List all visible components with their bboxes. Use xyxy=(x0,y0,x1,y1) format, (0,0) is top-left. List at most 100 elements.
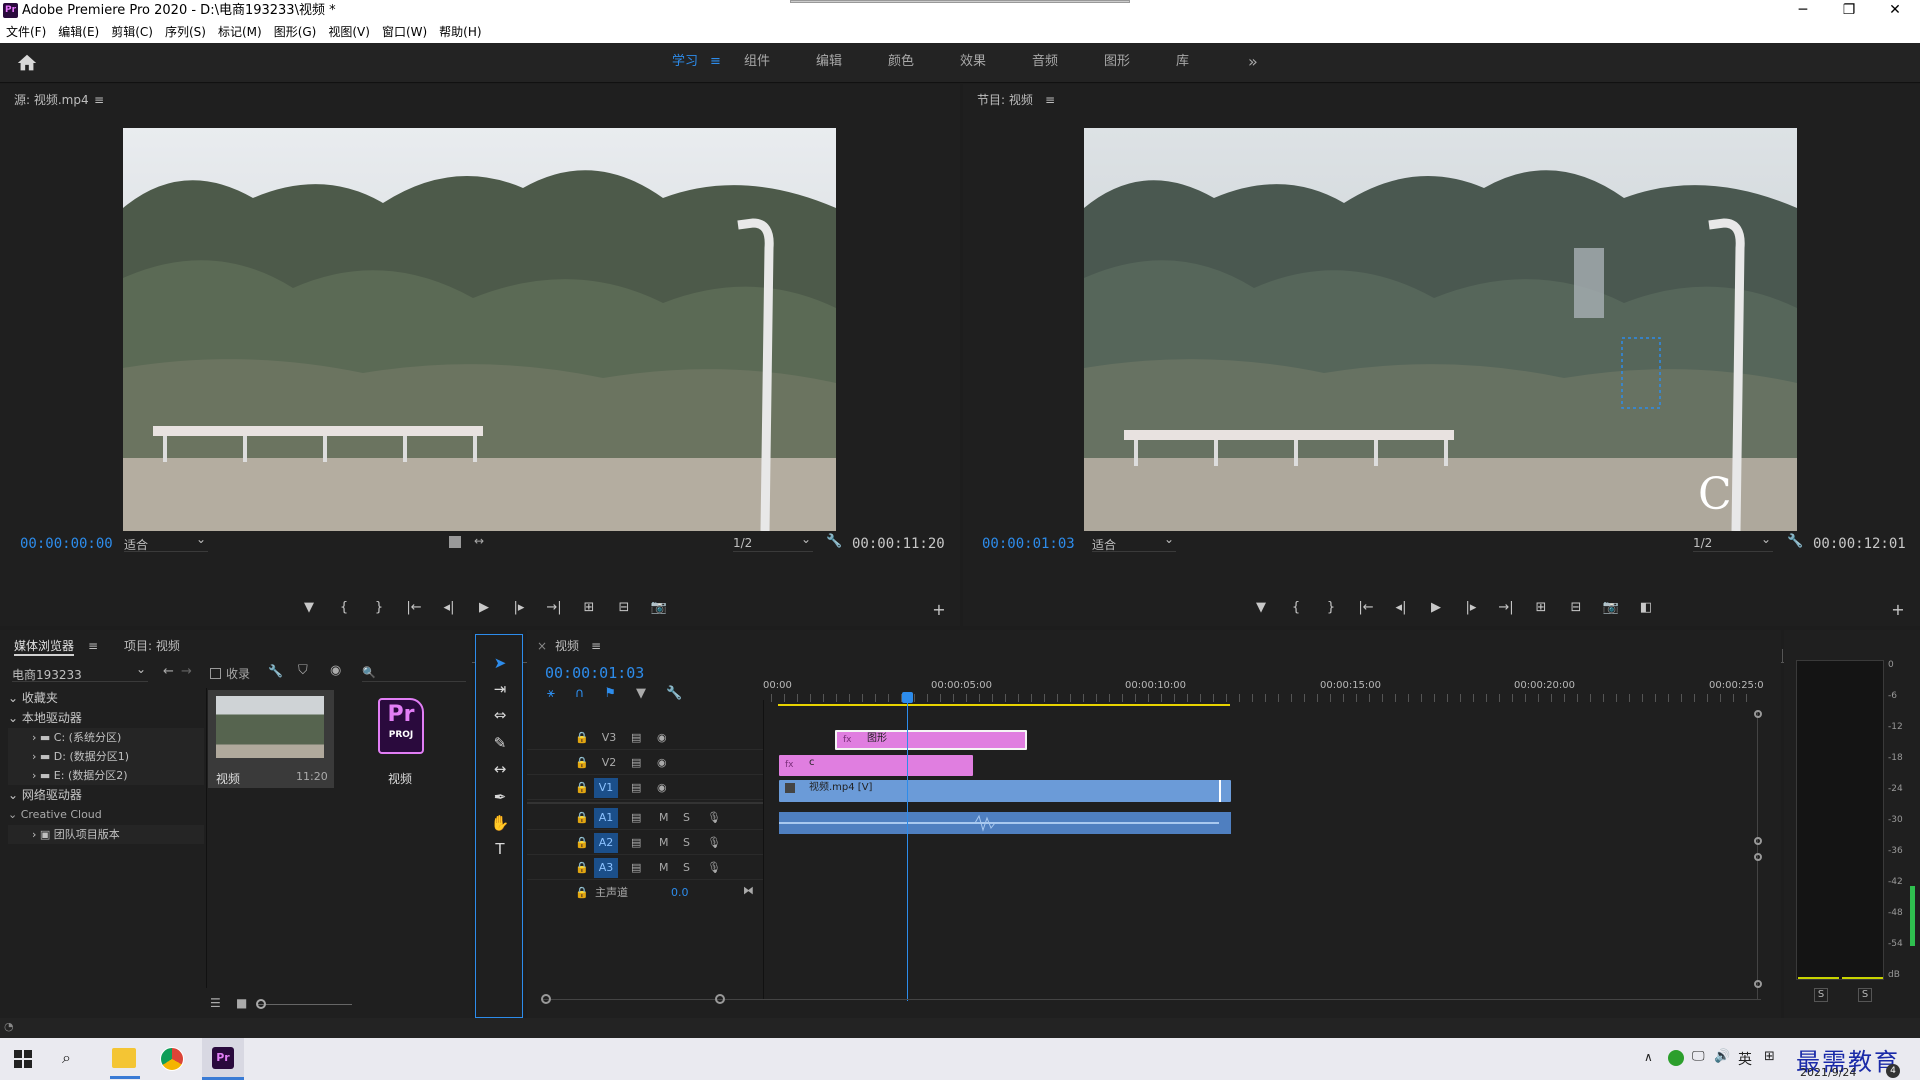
forward-arrow-icon[interactable]: → xyxy=(181,664,192,679)
a3-sync-lock-icon[interactable]: ▤ xyxy=(631,858,641,878)
source-monitor-title[interactable]: 源: 视频.mp4 xyxy=(14,92,89,108)
meter-solo-left-button[interactable]: S xyxy=(1814,988,1828,1002)
tab-learn-menu-icon[interactable]: ≡ xyxy=(710,43,721,83)
menu-marker[interactable]: 标记(M) xyxy=(212,21,268,43)
tree-item-drive-c[interactable]: › ▬ C: (系统分区) xyxy=(8,728,204,747)
timeline-marker-icon[interactable]: ▼ xyxy=(636,686,646,701)
ingest-checkbox[interactable] xyxy=(210,668,221,679)
list-view-icon[interactable]: ☰ xyxy=(210,996,221,1010)
a2-label[interactable]: A2 xyxy=(594,833,618,853)
a1-voiceover-mic-icon[interactable]: 🎙 xyxy=(707,808,721,828)
source-export-frame-button[interactable]: 📷 xyxy=(648,598,670,618)
tab-editing[interactable]: 编辑 xyxy=(816,43,842,83)
tab-assembly[interactable]: 组件 xyxy=(744,43,770,83)
menu-graphics[interactable]: 图形(G) xyxy=(268,21,323,43)
source-overwrite-button[interactable]: ⊟ xyxy=(613,598,635,618)
file-explorer-icon[interactable] xyxy=(112,1048,136,1068)
a1-solo-button[interactable]: S xyxy=(683,808,690,828)
linked-selection-icon[interactable]: ⚑ xyxy=(604,686,616,701)
close-button[interactable]: ✕ xyxy=(1872,0,1918,21)
tab-audio[interactable]: 音频 xyxy=(1032,43,1058,83)
tree-item-drive-d[interactable]: › ▬ D: (数据分区1) xyxy=(8,747,204,766)
a1-label[interactable]: A1 xyxy=(594,808,618,828)
vscroll-handle-mid2[interactable] xyxy=(1754,853,1762,861)
program-add-marker-button[interactable]: ▼ xyxy=(1250,598,1272,618)
a2-sync-lock-icon[interactable]: ▤ xyxy=(631,833,641,853)
hand-tool-icon[interactable]: ✋ xyxy=(487,811,513,835)
windows-start-icon[interactable] xyxy=(14,1050,32,1068)
track-select-tool-icon[interactable]: ⇥ xyxy=(487,677,513,701)
thumbnail-size-handle[interactable] xyxy=(256,999,266,1009)
source-play-button[interactable]: ▶ xyxy=(473,598,495,618)
a3-lock-icon[interactable]: 🔒 xyxy=(575,858,589,878)
media-browser-menu-icon[interactable]: ≡ xyxy=(88,638,98,654)
work-area-bar[interactable] xyxy=(778,704,1230,706)
program-step-forward-button[interactable]: |▸ xyxy=(1460,598,1482,618)
program-compare-view-button[interactable]: ◧ xyxy=(1635,598,1657,618)
source-go-to-in-button[interactable]: |← xyxy=(403,598,425,618)
v3-sync-lock-icon[interactable]: ▤ xyxy=(631,728,641,748)
v1-label[interactable]: V1 xyxy=(594,778,618,798)
hscroll-handle-left[interactable] xyxy=(541,994,551,1004)
menu-edit[interactable]: 编辑(E) xyxy=(52,21,105,43)
timeline-tab[interactable]: 视频 xyxy=(555,638,579,654)
timeline-ruler[interactable]: 00:00 00:00:05:00 00:00:10:00 00:00:15:0… xyxy=(763,680,1764,704)
track-area[interactable]: fx 图形 fx c 视频.mp4 [V] xyxy=(764,726,1774,906)
source-add-button[interactable]: + xyxy=(928,600,950,620)
tab-effects[interactable]: 效果 xyxy=(960,43,986,83)
meter-solo-right-button[interactable]: S xyxy=(1858,988,1872,1002)
source-settings-wrench-icon[interactable]: 🔧 xyxy=(826,534,842,549)
nest-sequence-icon[interactable]: ⚹ xyxy=(547,686,555,701)
tray-date[interactable]: 2021/9/24 xyxy=(1800,1066,1856,1079)
source-go-to-out-button[interactable]: →| xyxy=(543,598,565,618)
program-go-to-in-button[interactable]: |← xyxy=(1355,598,1377,618)
media-search-input[interactable]: 🔍 xyxy=(362,666,466,682)
a2-mute-button[interactable]: M xyxy=(659,833,669,853)
program-lift-button[interactable]: ⊞ xyxy=(1530,598,1552,618)
home-icon[interactable] xyxy=(16,52,38,74)
thumbnail-size-slider[interactable] xyxy=(258,1004,352,1005)
hscroll-handle-right[interactable] xyxy=(715,994,725,1004)
program-playhead-timecode[interactable]: 00:00:01:03 xyxy=(982,536,1075,552)
timeline-playhead-line[interactable] xyxy=(907,703,908,1001)
notification-count-badge[interactable]: 4 xyxy=(1886,1064,1900,1078)
premiere-taskbar-item[interactable]: Pr xyxy=(202,1038,244,1080)
menu-help[interactable]: 帮助(H) xyxy=(433,21,487,43)
source-insert-button[interactable]: ⊞ xyxy=(578,598,600,618)
ripple-edit-tool-icon[interactable]: ⇔ xyxy=(487,703,513,727)
tab-project[interactable]: 项目: 视频 xyxy=(124,638,180,654)
a2-lock-icon[interactable]: 🔒 xyxy=(575,833,589,853)
track-divider[interactable] xyxy=(527,802,763,804)
source-step-back-button[interactable]: ◂| xyxy=(438,598,460,618)
clip-audio-a1[interactable] xyxy=(779,812,1231,834)
source-fit-dropdown[interactable]: 适合 xyxy=(124,532,208,552)
program-settings-wrench-icon[interactable]: 🔧 xyxy=(1787,534,1803,549)
v3-label[interactable]: V3 xyxy=(597,728,621,748)
program-extract-button[interactable]: ⊟ xyxy=(1565,598,1587,618)
menu-window[interactable]: 窗口(W) xyxy=(376,21,433,43)
master-mix-icon[interactable]: ⧓ xyxy=(743,881,754,901)
tree-item-local-drives[interactable]: ⌄ 本地驱动器 xyxy=(8,708,204,728)
chrome-icon[interactable] xyxy=(160,1047,184,1071)
tray-network-icon[interactable]: 🖵 xyxy=(1692,1049,1705,1064)
source-quality-dropdown[interactable]: 1/2 xyxy=(733,532,813,552)
a3-solo-button[interactable]: S xyxy=(683,858,690,878)
clip-text-v2[interactable]: fx c xyxy=(779,755,973,776)
menu-file[interactable]: 文件(F) xyxy=(0,21,52,43)
restore-button[interactable]: ❐ xyxy=(1826,0,1872,21)
tab-libraries[interactable]: 库 xyxy=(1176,43,1189,83)
tab-color[interactable]: 颜色 xyxy=(888,43,914,83)
media-location-dropdown[interactable]: 电商193233 xyxy=(12,662,148,682)
program-step-back-button[interactable]: ◂| xyxy=(1390,598,1412,618)
more-workspaces-icon[interactable]: » xyxy=(1248,43,1258,83)
pen-tool-icon[interactable]: ✒ xyxy=(487,785,513,809)
program-mark-in-button[interactable]: { xyxy=(1285,598,1307,618)
a3-mute-button[interactable]: M xyxy=(659,858,669,878)
v2-lock-icon[interactable]: 🔒 xyxy=(575,753,589,773)
icon-view-icon[interactable]: ■ xyxy=(236,996,247,1010)
program-video-frame[interactable]: C xyxy=(1084,128,1797,531)
a1-mute-button[interactable]: M xyxy=(659,808,669,828)
program-export-frame-button[interactable]: 📷 xyxy=(1600,598,1622,618)
vscroll-handle-top[interactable] xyxy=(1754,710,1762,718)
v1-sync-lock-icon[interactable]: ▤ xyxy=(631,778,641,798)
